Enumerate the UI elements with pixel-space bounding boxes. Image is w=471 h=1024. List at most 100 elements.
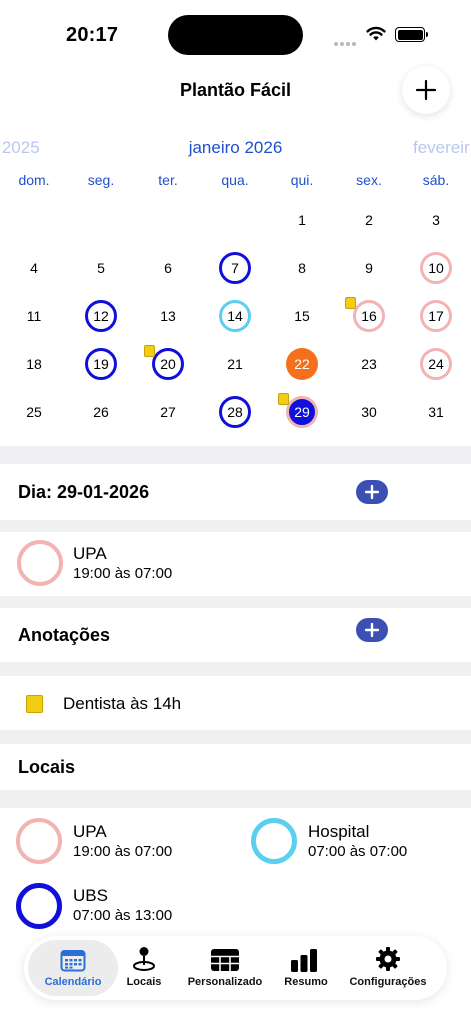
tab-label: Configurações [349, 976, 427, 988]
calendar-day[interactable]: 20 [144, 344, 188, 384]
calendar-day[interactable]: 1 [282, 200, 322, 240]
calendar-day[interactable]: 17 [416, 296, 456, 336]
weekday-label: sáb. [422, 172, 450, 188]
calendar-day[interactable]: 31 [416, 392, 456, 432]
calendar-day[interactable]: 10 [416, 248, 456, 288]
day-number: 6 [164, 260, 172, 276]
month-selector[interactable]: ro 2025 janeiro 2026 fevereir [0, 138, 471, 160]
local-color-circle [251, 818, 297, 864]
weekday-label: ter. [158, 172, 178, 188]
tab-label: Personalizado [187, 976, 263, 988]
calendar-day[interactable]: 3 [416, 200, 456, 240]
sticky-note-icon [345, 297, 356, 309]
locais-list: UPA 19:00 às 07:00 Hospital 07:00 às 07:… [0, 808, 471, 948]
calendar-day[interactable]: 21 [215, 344, 255, 384]
divider [0, 662, 471, 676]
dynamic-island [168, 15, 303, 55]
local-color-circle [16, 818, 62, 864]
divider [0, 730, 471, 744]
selected-day-header: Dia: 29-01-2026 [0, 464, 471, 520]
weekday-label: sex. [356, 172, 382, 188]
calendar-day[interactable]: 25 [14, 392, 54, 432]
tab-configuracoes[interactable]: Configurações [342, 940, 434, 996]
divider [0, 596, 471, 608]
plus-icon [415, 79, 437, 101]
day-number: 20 [160, 356, 176, 372]
calendar-day[interactable]: 16 [345, 296, 389, 336]
local-hours: 07:00 às 07:00 [308, 843, 408, 860]
local-hours: 07:00 às 13:00 [73, 907, 173, 924]
current-month: janeiro 2026 [188, 138, 283, 157]
calendar-day[interactable]: 9 [349, 248, 389, 288]
calendar-day[interactable]: 4 [14, 248, 54, 288]
locais-title: Locais [18, 756, 76, 777]
shift-color-circle [17, 540, 63, 586]
shift-name: UPA [73, 544, 107, 563]
page-title: Plantão Fácil [179, 80, 292, 100]
day-number: 24 [428, 356, 444, 372]
gear-icon [376, 947, 400, 971]
status-time: 20:17 [66, 24, 119, 46]
battery-icon [395, 27, 428, 42]
tab-personalizado[interactable]: Personalizado [182, 940, 268, 996]
local-color-circle [16, 883, 62, 929]
calendar-day[interactable]: 22 [282, 344, 322, 384]
calendar-day[interactable]: 8 [282, 248, 322, 288]
calendar-day[interactable]: 6 [148, 248, 188, 288]
calendar-day[interactable]: 5 [81, 248, 121, 288]
calendar-day[interactable]: 11 [14, 296, 54, 336]
calendar-day[interactable]: 2 [349, 200, 389, 240]
calendar-day[interactable]: 23 [349, 344, 389, 384]
sticky-note-icon [144, 345, 155, 357]
calendar-day[interactable]: 26 [81, 392, 121, 432]
calendar-day[interactable]: 28 [215, 392, 255, 432]
sticky-note-icon [26, 695, 43, 713]
selected-day-title: Dia: 29-01-2026 [18, 481, 150, 502]
day-number: 2 [365, 212, 373, 228]
local-name: Hospital [308, 822, 370, 841]
tab-resumo[interactable]: Resumo [278, 940, 334, 996]
calendar-day[interactable]: 18 [14, 344, 54, 384]
calendar-day[interactable]: 14 [215, 296, 255, 336]
weekday-label: seg. [87, 172, 115, 188]
calendar-day[interactable]: 29 [278, 392, 322, 432]
calendar-icon [60, 950, 86, 972]
wifi-icon [366, 26, 386, 41]
calendar-day[interactable]: 12 [81, 296, 121, 336]
shift-row[interactable]: UPA 19:00 às 07:00 [0, 532, 471, 596]
local-name: UPA [73, 822, 107, 841]
calendar-day[interactable]: 30 [349, 392, 389, 432]
day-number: 16 [361, 308, 377, 324]
add-note-button[interactable] [356, 618, 388, 642]
day-number: 12 [93, 308, 109, 324]
day-number: 15 [294, 308, 310, 324]
add-button[interactable] [402, 66, 450, 114]
day-number: 11 [26, 308, 42, 324]
calendar-day[interactable]: 27 [148, 392, 188, 432]
tab-locais[interactable]: Locais [120, 940, 168, 996]
day-number: 29 [294, 404, 310, 420]
signal-dots-icon [334, 33, 358, 51]
tab-calendario[interactable]: Calendário [28, 940, 118, 996]
day-number: 14 [227, 308, 243, 324]
locais-header: Locais [0, 744, 471, 790]
plus-icon [365, 623, 379, 637]
add-shift-button[interactable] [356, 480, 388, 504]
next-month[interactable]: fevereir [413, 138, 470, 158]
map-pin-icon [133, 947, 155, 971]
calendar-day[interactable]: 13 [148, 296, 188, 336]
divider [0, 446, 471, 464]
status-bar: 20:17 [0, 0, 471, 68]
note-row[interactable]: Dentista às 14h [0, 676, 471, 730]
calendar-day[interactable]: 15 [282, 296, 322, 336]
day-number: 10 [428, 260, 444, 276]
calendar-day[interactable]: 19 [81, 344, 121, 384]
divider [0, 520, 471, 532]
calendar-day[interactable]: 24 [416, 344, 456, 384]
calendar-day[interactable]: 7 [215, 248, 255, 288]
weekday-header: dom. seg. ter. qua. qui. sex. sáb. [0, 172, 471, 192]
plus-icon [365, 485, 379, 499]
tab-bar: Calendário Locais Personalizado Resumo C… [24, 936, 447, 1000]
notes-header: Anotações [0, 608, 471, 662]
day-number: 13 [160, 308, 176, 324]
